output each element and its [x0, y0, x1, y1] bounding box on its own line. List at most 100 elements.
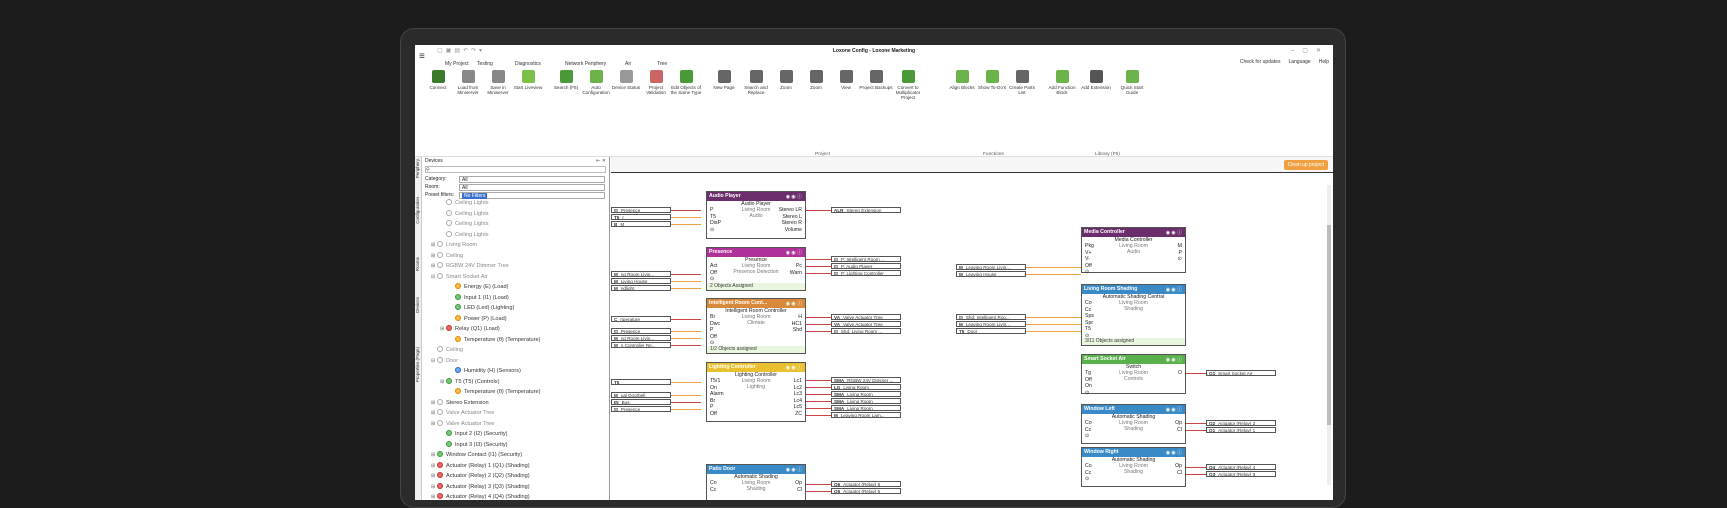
output-connector[interactable]: VA Valve Actuator Tree	[831, 321, 901, 327]
block-input[interactable]: T5	[1085, 326, 1091, 332]
tree-item[interactable]: ⊞ Actuator (Relay) 1 (Q1) (Shading)	[431, 461, 530, 471]
ribbon-button[interactable]: Device Status	[609, 70, 643, 90]
output-connector[interactable]: ⊡ P: Intelligent Room ...	[831, 256, 901, 262]
menu-tab[interactable]: Air	[625, 61, 631, 67]
function-block[interactable]: Window Left ◉◉ⓘ Automatic Shading Living Ro…	[1081, 404, 1186, 444]
block-controls-icon[interactable]: ◉◉ⓘ	[786, 364, 803, 373]
ribbon-button[interactable]: Save in Miniserver	[481, 70, 515, 95]
output-connector[interactable]: Q1 Smart Socket Air	[1206, 370, 1276, 376]
tree-item[interactable]: ⊞ Actuator (Relay) 2 (Q2) (Shading)	[431, 472, 530, 481]
ribbon-button[interactable]: Connect	[421, 70, 455, 90]
tree-item[interactable]: Ceiling Lights	[440, 199, 489, 208]
menu-right-item[interactable]: Language	[1288, 59, 1310, 65]
block-output[interactable]: Stereo R	[782, 220, 802, 226]
input-connector[interactable]: BM	[611, 221, 671, 227]
ribbon-button[interactable]: Zoom	[769, 70, 803, 90]
block-output[interactable]: Cl	[1177, 470, 1182, 476]
block-input[interactable]: ⊙	[710, 227, 714, 233]
tree-item[interactable]: Input 2 (I2) (Security)	[440, 430, 508, 439]
block-input[interactable]: On	[710, 385, 717, 391]
block-input[interactable]: On	[1085, 383, 1092, 389]
ribbon-button[interactable]: Search and Replace	[739, 70, 773, 95]
output-connector[interactable]: Q1 Actuator (Relay) 1	[1206, 427, 1276, 433]
block-controls-icon[interactable]: ◉◉ⓘ	[786, 193, 803, 202]
tree-item[interactable]: Ceiling Lights	[440, 209, 489, 219]
tree-item[interactable]: Input 1 (I1) (Load)	[449, 293, 509, 303]
output-connector[interactable]: Q4 Actuator (Relay) 4	[1206, 464, 1276, 470]
block-output[interactable]: Stereo L	[782, 214, 802, 220]
tree-item[interactable]: ⊟ Door	[431, 356, 458, 366]
block-input[interactable]: ⊙	[710, 276, 714, 282]
input-connector[interactable]: Mndlight	[611, 285, 671, 291]
vertical-scrollbar[interactable]	[1327, 185, 1331, 485]
panel-pin-icon[interactable]: ⇤ ✕	[596, 158, 606, 164]
ribbon-button[interactable]: Auto Configuration	[579, 70, 613, 95]
block-input[interactable]: T5	[710, 214, 716, 220]
input-connector[interactable]: T5 Door	[956, 328, 1026, 334]
output-connector[interactable]: Q2 Actuator (Relay) 2	[1206, 420, 1276, 426]
expand-icon[interactable]: ⊟	[431, 273, 437, 282]
tree-item[interactable]: ⊞ Window Contact (I1) (Security)	[431, 451, 522, 460]
tree-item[interactable]: Ceiling Lights	[440, 230, 489, 240]
block-output[interactable]: Lc2	[794, 385, 802, 391]
tree-item[interactable]: ⊞ Ceiling	[431, 251, 463, 261]
tree-item[interactable]: Input 3 (I3) (Security)	[440, 440, 508, 450]
expand-icon[interactable]: ⊞	[431, 399, 437, 408]
output-connector[interactable]: ALR Stereo Extension	[831, 207, 901, 213]
tree-item[interactable]: Ceiling Lights	[440, 220, 489, 229]
output-connector[interactable]: Q5 Actuator (Relay) 5	[831, 488, 901, 494]
window-controls[interactable]: –▢✕	[1291, 47, 1329, 54]
block-output[interactable]: Lc4	[794, 398, 802, 404]
block-input[interactable]: DisP	[710, 220, 721, 226]
block-input[interactable]: Dwc	[710, 321, 720, 327]
function-block[interactable]: Presence ◉◉ⓘ Presence Living Room Presence D…	[706, 247, 806, 291]
side-tab[interactable]: Configuration	[415, 197, 422, 224]
side-tab[interactable]: Devices	[415, 297, 422, 313]
tree-item[interactable]: ⊞ T5 (T5) (Controls)	[440, 377, 499, 387]
tree-item[interactable]: Ceiling	[431, 346, 463, 355]
block-controls-icon[interactable]: ◉◉ⓘ	[1166, 406, 1183, 415]
ribbon-button[interactable]: Align Blocks	[945, 70, 979, 90]
menu-tab[interactable]: Diagnostics	[515, 61, 541, 67]
ribbon-button[interactable]: Quick Start Guide	[1115, 70, 1149, 95]
block-input[interactable]: Off	[710, 270, 717, 276]
block-input[interactable]: V-	[1085, 256, 1090, 262]
tree-item[interactable]: ⊞ Valve Actuator Tree	[431, 419, 494, 429]
ribbon-button[interactable]: Edit Objects of the Same Type	[669, 70, 703, 95]
block-input[interactable]: Cc	[1085, 427, 1091, 433]
block-output[interactable]: Stereo LR	[779, 207, 802, 213]
tree-item[interactable]: Temperature (θ) (Temperature)	[449, 388, 540, 397]
tree-item[interactable]: Humidity (H) (Sensors)	[449, 367, 521, 376]
block-input[interactable]: Co	[1085, 463, 1092, 469]
block-input[interactable]: Alarm	[710, 391, 724, 397]
input-connector[interactable]: ⊡ Presence	[611, 406, 671, 412]
input-connector[interactable]: Cnperature	[611, 316, 671, 322]
block-output[interactable]: ⊙	[1178, 256, 1182, 262]
tree-item[interactable]: ⊟ Smart Socket Air	[431, 272, 488, 282]
block-controls-icon[interactable]: ◉◉ⓘ	[786, 300, 803, 309]
block-input[interactable]: Co	[1085, 300, 1092, 306]
block-input[interactable]: Off	[1085, 377, 1092, 383]
ribbon-button[interactable]: Convert to Multiplicator Project	[891, 70, 925, 100]
block-input[interactable]: Co	[710, 480, 717, 486]
function-block[interactable]: Media Controller ◉◉ⓘ Media Controller Livin…	[1081, 227, 1186, 275]
tree-item[interactable]: ⊞ Relay (Q1) (Load)	[440, 325, 500, 334]
menu-tab[interactable]: My Project	[445, 61, 469, 67]
block-output[interactable]: Pc	[796, 263, 802, 269]
side-tab[interactable]: Rooms	[415, 257, 422, 271]
block-input[interactable]: Br	[710, 398, 715, 404]
tree-item[interactable]: ⊞ Actuator (Relay) 3 (Q3) (Shading)	[431, 482, 530, 492]
preset-filters-select[interactable]: No Filters	[459, 192, 605, 199]
ribbon-button[interactable]: Project Backups	[859, 70, 893, 90]
ribbon-button[interactable]: New Page	[707, 70, 741, 90]
expand-icon[interactable]: ⊟	[431, 357, 437, 366]
block-output[interactable]: Op	[1175, 420, 1182, 426]
input-connector[interactable]: M Living House	[611, 278, 671, 284]
block-input[interactable]: ⊙	[1085, 390, 1089, 396]
block-input[interactable]: P	[710, 404, 713, 410]
block-input[interactable]: ⊙	[1085, 269, 1089, 275]
block-output[interactable]: Lc3	[794, 391, 802, 397]
input-connector[interactable]: Mn Controller Re...	[611, 342, 671, 348]
menu-right-item[interactable]: Help	[1319, 59, 1329, 65]
ribbon-button[interactable]: Show To-Do's	[975, 70, 1009, 90]
